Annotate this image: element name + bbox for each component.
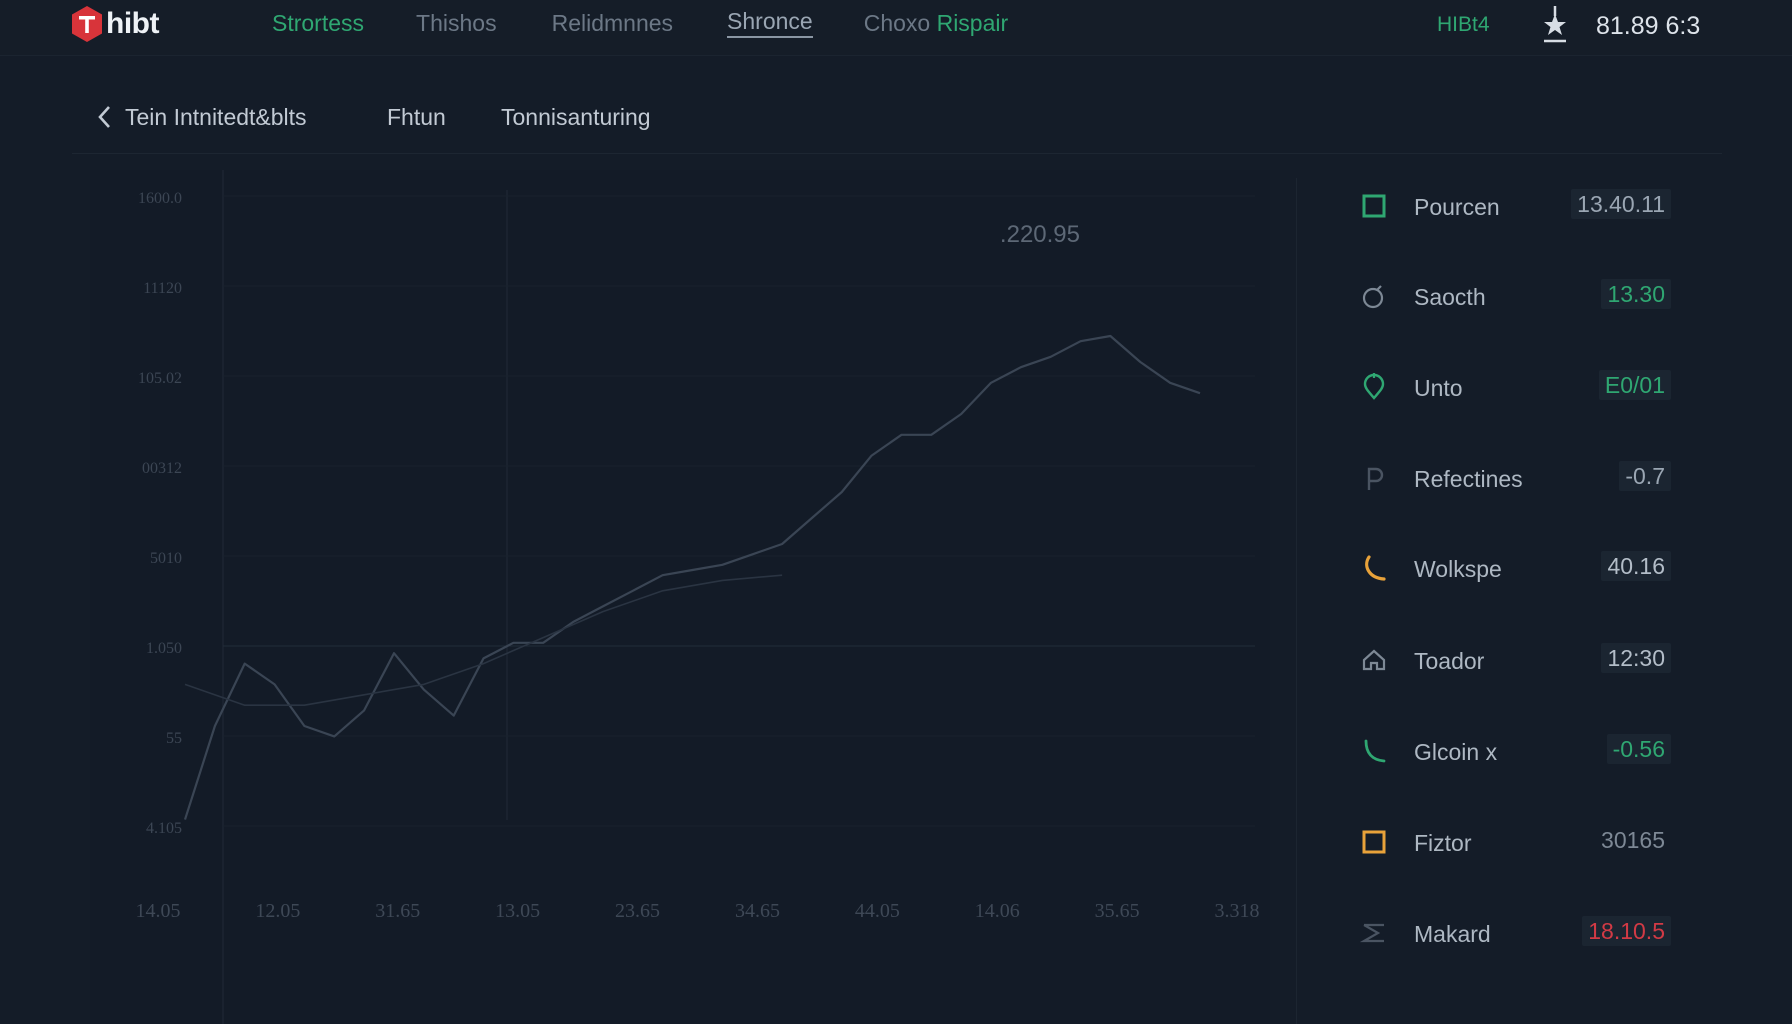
watchlist-label: Makard — [1414, 921, 1491, 947]
clock-readout: 81.89 6:3 — [1596, 12, 1701, 40]
tab-tonnisanturing[interactable]: Tonnisanturing — [501, 104, 651, 131]
watchlist-value: 30165 — [1601, 827, 1665, 853]
x-tick-label: 13.05 — [495, 900, 540, 922]
nav-item-rispair-label: Rispair — [936, 9, 1009, 36]
p-icon — [1367, 467, 1384, 490]
sub-nav-bar: Tein Intnitedt&blts Fhtun Tonnisanturing — [72, 80, 1722, 154]
y-axis-ticks: 1600.0 11120 105.02 00312 5010 1.050 55 4.105 — [138, 190, 182, 837]
curve-icon — [1364, 739, 1386, 763]
watchlist-value: -0.7 — [1619, 461, 1671, 491]
logo-text: hibt — [106, 7, 159, 40]
house-icon — [1362, 649, 1386, 671]
x-tick-label: 14.06 — [975, 900, 1020, 922]
watchlist-label: Wolkspe — [1414, 556, 1502, 582]
y-tick-label: 5010 — [150, 550, 182, 567]
y-tick-label: 11120 — [143, 280, 182, 297]
x-tick-label: 3.318 — [1215, 900, 1260, 922]
nav-item-shronce[interactable]: Shronce — [727, 8, 813, 38]
watchlist-label: Refectines — [1414, 466, 1523, 492]
watchlist-value: -0.56 — [1606, 734, 1671, 764]
nav-item-relidmnnes[interactable]: Relidmnnes — [552, 10, 673, 37]
pin-icon — [1363, 373, 1385, 400]
chevron-left-icon[interactable] — [96, 104, 112, 130]
x-tick-label: 44.05 — [855, 900, 900, 922]
watchlist-row-refectines[interactable]: Refectines -0.7 — [1297, 450, 1747, 510]
x-axis-ticks: 14.05 12.05 31.65 13.05 23.65 34.65 44.05 14.06… — [136, 900, 1260, 922]
logo[interactable]: hibt — [70, 4, 159, 44]
y-tick-label: 1.050 — [146, 640, 182, 657]
watchlist-row-saocth[interactable]: Saocth 13.30 — [1297, 268, 1747, 328]
y-tick-label: 55 — [166, 730, 182, 747]
stack-icon — [1360, 923, 1384, 943]
nav-item-thishos[interactable]: Thishos — [416, 10, 497, 37]
y-tick-label: 00312 — [142, 460, 182, 477]
chart-grid — [222, 170, 1255, 1024]
watchlist-label: Saocth — [1414, 284, 1486, 310]
x-tick-label: 31.65 — [375, 900, 420, 922]
watchlist-row-unto[interactable]: Unto E0/01 — [1297, 359, 1747, 419]
logo-hexagon-icon — [72, 6, 102, 42]
watchlist-row-makard[interactable]: Makard 18.10.5 — [1297, 905, 1747, 965]
nav-item-strortess[interactable]: Strortess — [272, 10, 364, 37]
watchlist-value: 18.10.5 — [1582, 916, 1671, 946]
watchlist-label: Pourcen — [1414, 194, 1500, 220]
y-tick-label: 105.02 — [138, 370, 182, 387]
square-outline-icon — [1362, 830, 1386, 854]
watchlist-row-fiztor[interactable]: Fiztor 30165 — [1297, 814, 1747, 874]
watchlist-panel: Pourcen 13.40.11 Saocth 13.30 Unto E0/01 Refec… — [1296, 178, 1746, 1024]
price-chart-panel[interactable]: 1600.0 11120 105.02 00312 5010 1.050 55 4.105 1… — [90, 170, 1270, 1024]
x-tick-label: 12.05 — [255, 900, 300, 922]
watchlist-row-toador[interactable]: Toador 12:30 — [1297, 632, 1747, 692]
watchlist-label: Glcoin x — [1414, 739, 1498, 765]
x-tick-label: 34.65 — [735, 900, 780, 922]
watchlist-row-pourcen[interactable]: Pourcen 13.40.11 — [1297, 178, 1747, 238]
nav-item-choxo-label: Choxo — [863, 9, 931, 36]
tab-fhtun[interactable]: Fhtun — [387, 104, 446, 131]
pair-label[interactable]: HIBt4 — [1437, 13, 1490, 37]
watchlist-value: 12:30 — [1601, 643, 1671, 673]
watchlist-row-wolkspe[interactable]: Wolkspe 40.16 — [1297, 540, 1747, 600]
current-price-label: .220.95 — [1000, 221, 1080, 248]
chart-series — [183, 334, 1201, 820]
x-tick-label: 35.65 — [1095, 900, 1140, 922]
main-nav: Strortess Thishos Relidmnnes Shronce Cho… — [272, 8, 1008, 38]
y-tick-label: 1600.0 — [138, 190, 182, 207]
price-chart[interactable]: 1600.0 11120 105.02 00312 5010 1.050 55 4.105 1… — [90, 170, 1270, 1024]
square-outline-icon — [1362, 194, 1386, 218]
back-link-label[interactable]: Tein Intnitedt&blts — [125, 104, 307, 131]
watchlist-value: E0/01 — [1598, 370, 1671, 400]
watchlist-row-glcoin-x[interactable]: Glcoin x -0.56 — [1297, 723, 1747, 783]
watchlist-label: Fiztor — [1414, 830, 1472, 856]
watchlist-label: Unto — [1414, 375, 1463, 401]
moon-icon — [1365, 555, 1386, 581]
nav-item-choxo[interactable]: Choxo Rispair — [864, 10, 1008, 37]
watchlist-value: 40.16 — [1601, 551, 1671, 581]
star-pin-icon[interactable] — [1541, 4, 1569, 44]
top-bar: hibt Strortess Thishos Relidmnnes Shronc… — [0, 0, 1792, 56]
watchlist-value: 13.30 — [1601, 279, 1671, 309]
y-tick-label: 4.105 — [146, 820, 182, 837]
x-tick-label: 23.65 — [615, 900, 660, 922]
bomb-icon — [1362, 285, 1384, 309]
series-line-0 — [183, 334, 1201, 820]
watchlist-value: 13.40.11 — [1571, 189, 1671, 219]
watchlist-label: Toador — [1414, 648, 1485, 674]
x-tick-label: 14.05 — [136, 900, 181, 922]
